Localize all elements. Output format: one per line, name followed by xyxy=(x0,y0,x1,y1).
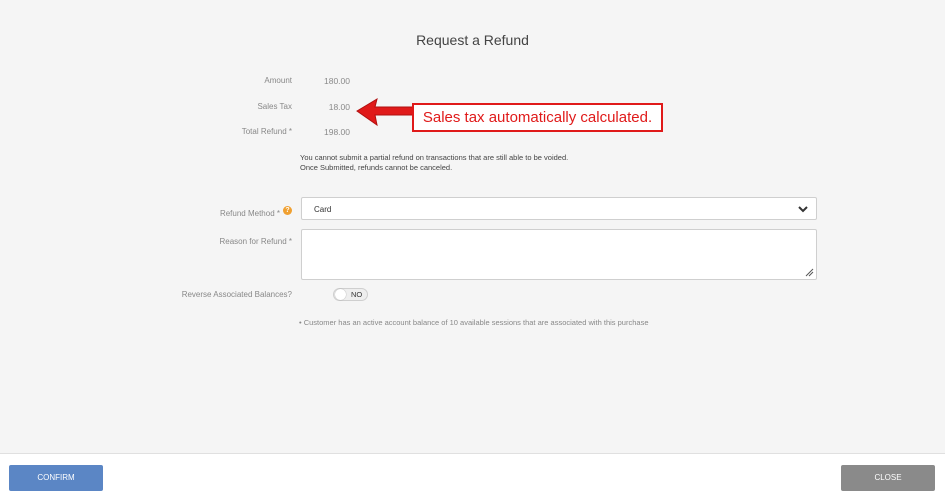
reverse-balances-toggle[interactable]: NO xyxy=(333,288,368,301)
notice-line-1: You cannot submit a partial refund on tr… xyxy=(300,153,569,162)
refund-notice: You cannot submit a partial refund on tr… xyxy=(300,153,568,173)
amount-label: Amount xyxy=(264,76,292,85)
reverse-balances-label: Reverse Associated Balances? xyxy=(181,290,292,299)
total-refund-label: Total Refund * xyxy=(241,127,292,136)
toggle-state-text: NO xyxy=(351,290,363,299)
callout-arrow-icon xyxy=(356,97,414,127)
toggle-knob xyxy=(335,289,346,300)
amount-value: 180.00 xyxy=(324,76,350,86)
refund-method-label: Refund Method * xyxy=(219,209,280,218)
reason-textarea[interactable] xyxy=(301,229,817,280)
sales-tax-value: 18.00 xyxy=(328,102,350,112)
dialog-title: Request a Refund xyxy=(416,32,529,48)
notice-line-2: Once Submitted, refunds cannot be cancel… xyxy=(300,163,453,172)
close-button[interactable]: CLOSE xyxy=(841,465,935,491)
refund-dialog: Request a Refund Amount 180.00 Sales Tax… xyxy=(0,0,945,498)
reason-label: Reason for Refund * xyxy=(219,237,293,246)
sales-tax-callout: Sales tax automatically calculated. xyxy=(412,103,663,132)
refund-method-value: Card xyxy=(314,205,332,214)
resize-handle-icon[interactable] xyxy=(804,267,814,277)
dialog-footer: CONFIRM CLOSE xyxy=(0,453,945,498)
account-balance-info: • Customer has an active account balance… xyxy=(299,318,649,327)
refund-method-select[interactable]: Card xyxy=(301,197,817,220)
total-refund-value: 198.00 xyxy=(324,127,350,137)
confirm-button[interactable]: CONFIRM xyxy=(9,465,103,491)
help-icon[interactable]: ? xyxy=(283,206,292,215)
sales-tax-label: Sales Tax xyxy=(257,102,292,111)
chevron-down-icon xyxy=(798,206,808,213)
